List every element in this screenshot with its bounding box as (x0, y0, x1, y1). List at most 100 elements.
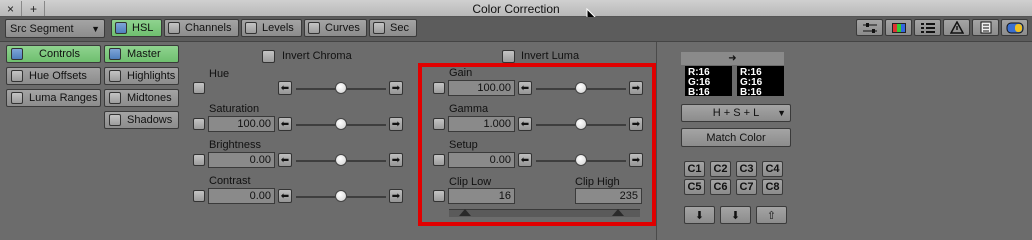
saturation-label: Saturation (209, 103, 260, 115)
clip-low-value-field[interactable]: 16 (448, 188, 515, 204)
segment-select-value: Src Segment (10, 22, 74, 35)
range-midtones-label: Midtones (127, 92, 172, 104)
category-controls-label: Controls (39, 48, 80, 60)
range-shadows-indicator (109, 114, 121, 126)
brightness-value-field[interactable]: 0.00 (208, 152, 275, 168)
download-multiple-button[interactable]: ⬇ (720, 206, 751, 224)
download-button[interactable]: ⬇ (684, 206, 715, 224)
match-color-button[interactable]: Match Color (681, 128, 791, 147)
c5-button[interactable]: C5 (684, 179, 705, 195)
clip-high-handle-icon[interactable] (611, 208, 625, 217)
hue-enable-checkbox[interactable] (193, 82, 205, 94)
gain-decrease-button[interactable]: ⬅ (518, 81, 532, 95)
gamma-decrease-button[interactable]: ⬅ (518, 117, 532, 131)
title-bar: × + Color Correction (0, 0, 1032, 26)
brightness-slider-knob[interactable] (335, 154, 347, 166)
gamma-slider-knob[interactable] (575, 118, 587, 130)
saturation-decrease-button[interactable]: ⬅ (278, 117, 292, 131)
range-midtones-indicator (109, 92, 121, 104)
clip-high-value-field[interactable]: 235 (575, 188, 642, 204)
tab-hsl[interactable]: HSL (111, 19, 162, 37)
contrast-slider-knob[interactable] (335, 190, 347, 202)
saturation-increase-button[interactable]: ➡ (389, 117, 403, 131)
gamma-enable-checkbox[interactable] (433, 118, 445, 130)
c2-button[interactable]: C2 (710, 161, 731, 177)
compare-button[interactable] (1001, 19, 1028, 36)
contrast-increase-button[interactable]: ➡ (389, 189, 403, 203)
contrast-enable-checkbox[interactable] (193, 190, 205, 202)
gain-slider-knob[interactable] (575, 82, 587, 94)
range-highlights[interactable]: Highlights (104, 67, 179, 85)
arrow-right-icon: ➡ (631, 154, 641, 166)
invert-chroma-checkbox[interactable] (262, 50, 275, 63)
category-luma-ranges[interactable]: Luma Ranges (6, 89, 101, 107)
setup-enable-checkbox[interactable] (433, 154, 445, 166)
tab-channels[interactable]: Channels (164, 19, 239, 37)
gamma-value-field[interactable]: 1.000 (448, 116, 515, 132)
gamma-increase-button[interactable]: ➡ (629, 117, 643, 131)
brightness-decrease-button[interactable]: ⬅ (278, 153, 292, 167)
tab-levels[interactable]: Levels (241, 19, 302, 37)
setup-value-field[interactable]: 0.00 (448, 152, 515, 168)
setup-slider-knob[interactable] (575, 154, 587, 166)
saturation-value-field[interactable]: 100.00 (208, 116, 275, 132)
brightness-enable-checkbox[interactable] (193, 154, 205, 166)
range-master-label: Master (127, 48, 161, 60)
category-hue-offsets[interactable]: Hue Offsets (6, 67, 101, 85)
match-color-label: Match Color (706, 131, 766, 144)
hue-label: Hue (209, 68, 230, 80)
clip-enable-checkbox[interactable] (433, 190, 445, 202)
segment-select[interactable]: Src Segment ▼ (5, 19, 105, 38)
target-color-swatch[interactable]: R:16 G:16 B:16 (737, 66, 784, 98)
contrast-value-field[interactable]: 0.00 (208, 188, 275, 204)
notes-button[interactable] (972, 19, 999, 36)
range-master[interactable]: Master (104, 45, 179, 63)
c4-button[interactable]: C4 (762, 161, 783, 177)
hue-increase-button[interactable]: ➡ (389, 81, 403, 95)
vectorscope-button[interactable] (885, 19, 912, 36)
category-controls[interactable]: Controls (6, 45, 101, 63)
tab-curves[interactable]: Curves (304, 19, 367, 37)
hue-slider-knob[interactable] (335, 82, 347, 94)
warning-button[interactable] (943, 19, 970, 36)
brightness-increase-button[interactable]: ➡ (389, 153, 403, 167)
gain-enable-checkbox[interactable] (433, 82, 445, 94)
gain-value-field[interactable]: 100.00 (448, 80, 515, 96)
c3-button[interactable]: C3 (736, 161, 757, 177)
setup-label: Setup (449, 139, 478, 151)
category-hue-offsets-indicator (11, 70, 23, 82)
tab-channels-label: Channels (185, 22, 232, 34)
chevron-down-icon: ▼ (91, 23, 100, 34)
match-mode-select[interactable]: H + S + L ▼ (681, 104, 791, 122)
contrast-decrease-button[interactable]: ⬅ (278, 189, 292, 203)
gamma-label: Gamma (449, 103, 489, 115)
upload-button[interactable]: ⇧ (756, 206, 787, 224)
list-settings-button[interactable] (914, 19, 941, 36)
hue-decrease-button[interactable]: ⬅ (278, 81, 292, 95)
c7-button[interactable]: C7 (736, 179, 757, 195)
c1-button[interactable]: C1 (684, 161, 705, 177)
list-icon (920, 22, 935, 33)
color-swap-bar[interactable]: ➜ (681, 52, 784, 65)
setup-increase-button[interactable]: ➡ (629, 153, 643, 167)
c6-button[interactable]: C6 (710, 179, 731, 195)
invert-luma-checkbox[interactable] (502, 50, 515, 63)
category-controls-indicator (11, 48, 23, 60)
setup-decrease-button[interactable]: ⬅ (518, 153, 532, 167)
category-luma-ranges-indicator (11, 92, 23, 104)
gain-increase-button[interactable]: ➡ (629, 81, 643, 95)
saturation-slider-knob[interactable] (335, 118, 347, 130)
arrow-left-icon: ⬅ (520, 82, 530, 94)
saturation-enable-checkbox[interactable] (193, 118, 205, 130)
arrow-left-icon: ⬅ (280, 118, 290, 130)
range-midtones[interactable]: Midtones (104, 89, 179, 107)
c8-button[interactable]: C8 (762, 179, 783, 195)
arrow-right-icon: ➡ (391, 154, 401, 166)
warning-triangle-icon (949, 21, 964, 34)
range-shadows[interactable]: Shadows (104, 111, 179, 129)
source-blue-value: B:16 (688, 87, 710, 98)
clip-low-handle-icon[interactable] (458, 208, 472, 217)
source-color-swatch[interactable]: R:16 G:16 B:16 (685, 66, 732, 98)
sliders-settings-button[interactable] (856, 19, 883, 36)
tab-sec[interactable]: Sec (369, 19, 417, 37)
